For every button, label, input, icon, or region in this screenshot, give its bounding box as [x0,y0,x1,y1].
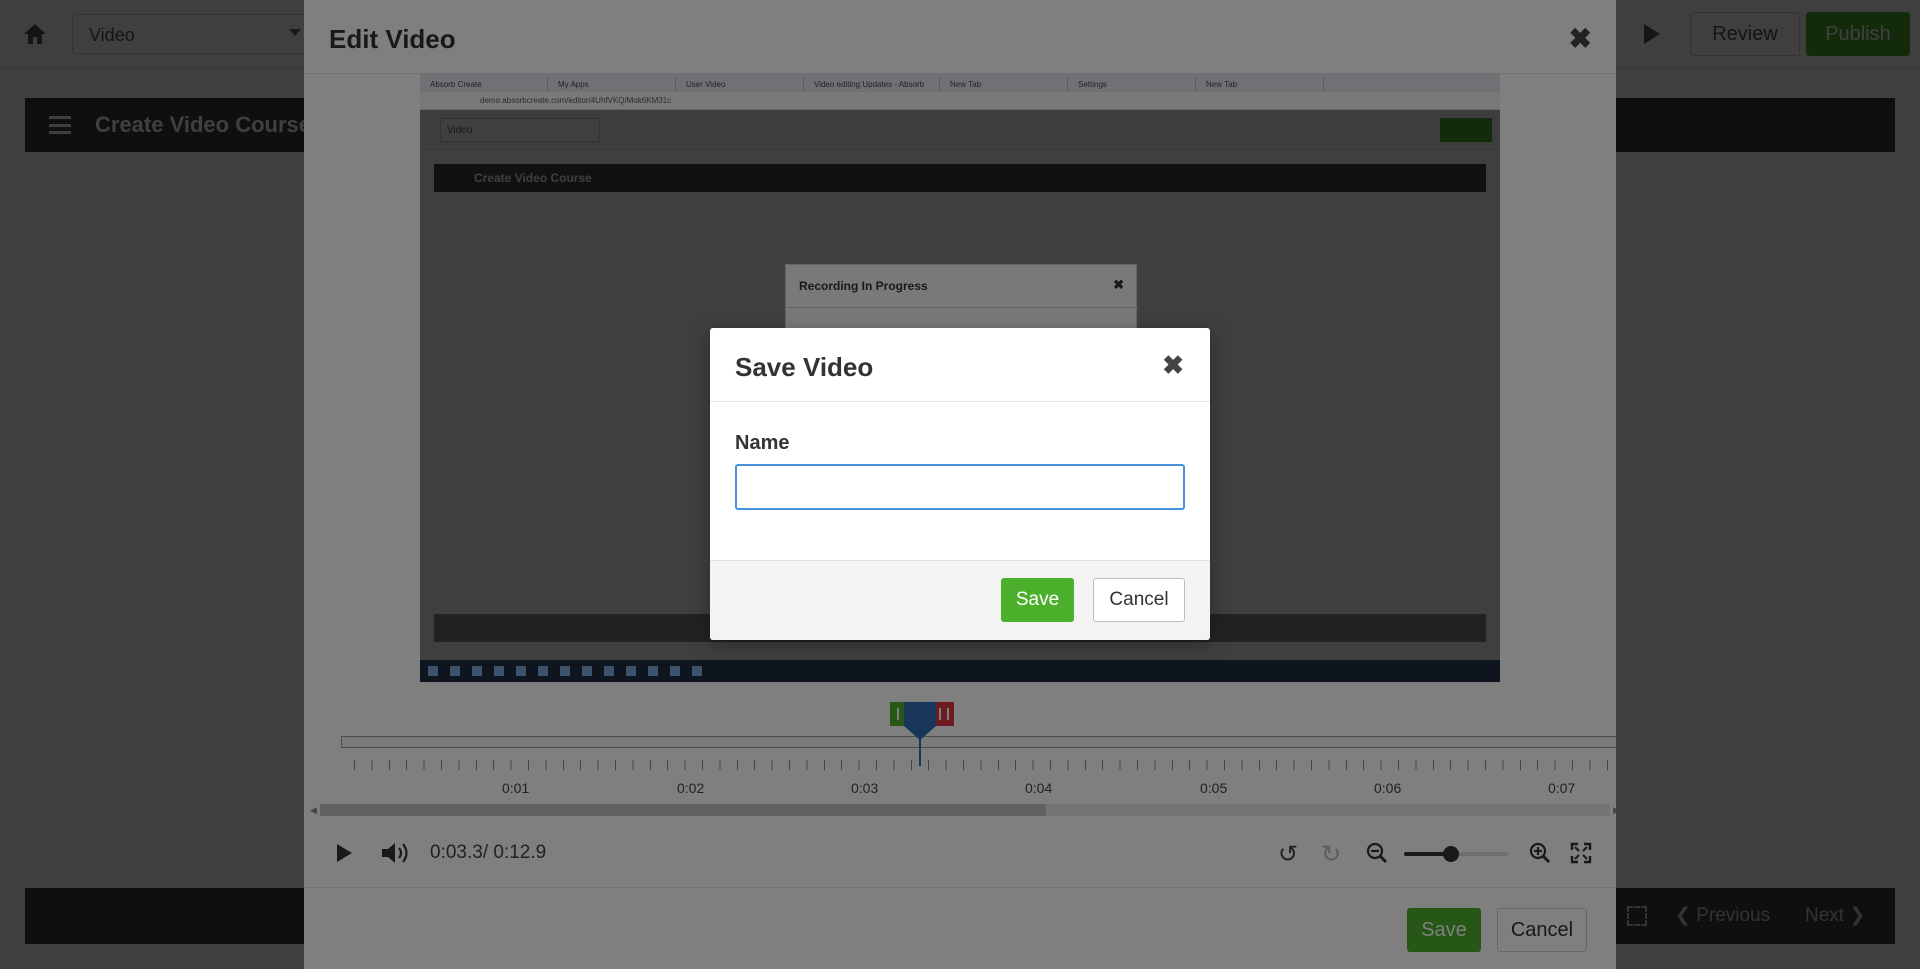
save-video-header: Save Video ✖ [710,328,1210,402]
name-label: Name [735,432,790,454]
save-video-footer: Save Cancel [710,560,1210,640]
cancel-button[interactable]: Cancel [1093,578,1185,622]
save-video-dialog: Save Video ✖ Name Save Cancel [710,328,1210,640]
name-input[interactable] [735,464,1185,510]
save-button[interactable]: Save [1001,578,1074,622]
save-video-title: Save Video [735,352,874,382]
close-icon[interactable]: ✖ [1162,350,1184,381]
